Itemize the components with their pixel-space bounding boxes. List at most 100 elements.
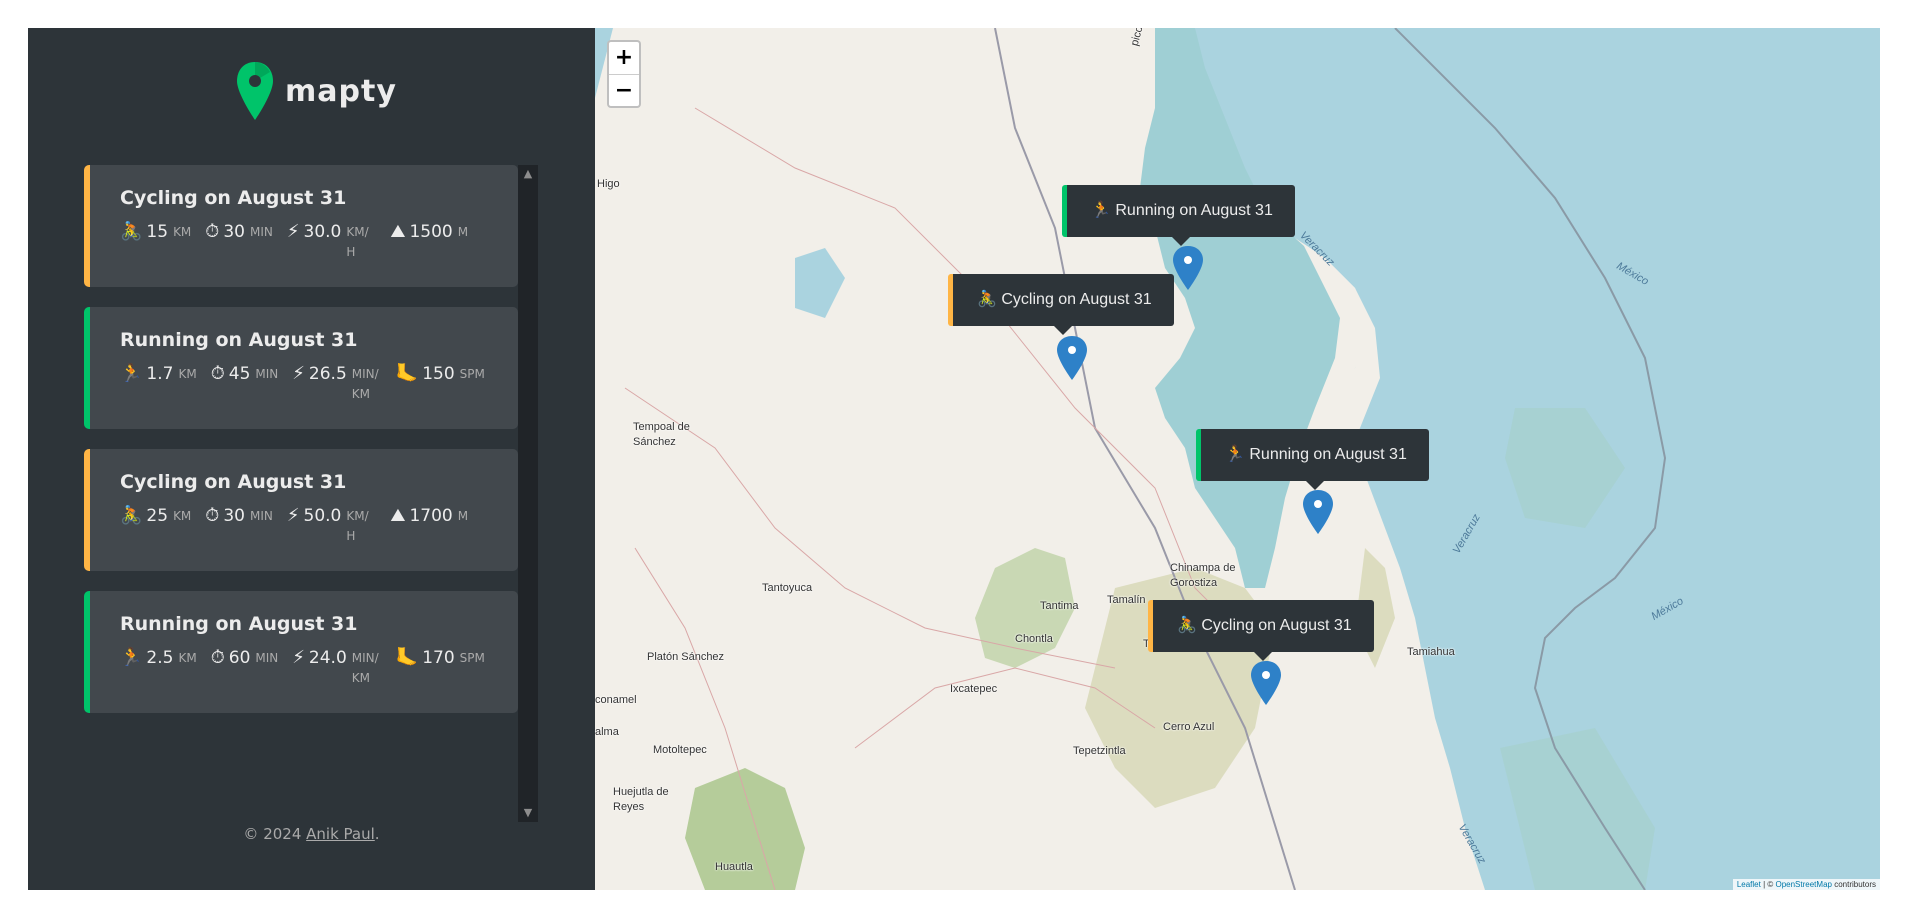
speed-value: 30.0 <box>303 222 342 242</box>
workout-details: 🏃 2.5 km ⏱ 60 min ⚡ 24.0 min/km 🦶 170 spm <box>120 648 518 688</box>
distance-unit: km <box>173 509 192 523</box>
elevation-unit: m <box>457 509 469 523</box>
place-label: Tantima <box>1040 600 1079 612</box>
brand-name: mapty <box>285 73 397 109</box>
distance-detail: 🏃 1.7 km <box>120 364 197 404</box>
app: mapty Cycling on August 31 🚴 15 km ⏱ 30 min … <box>28 28 1880 890</box>
elevation-value: 1500 <box>409 222 453 242</box>
speed-unit: km/h <box>346 225 369 259</box>
stopwatch-icon: ⏱ <box>210 363 225 384</box>
copyright: © 2024 Anik Paul. <box>28 825 595 843</box>
popup-text: Running on August 31 <box>1249 446 1407 463</box>
distance-value: 25 <box>146 506 169 526</box>
osm-link[interactable]: OpenStreetMap <box>1775 880 1831 889</box>
place-label: Huejutla de Reyes <box>613 786 669 813</box>
place-label: Cerro Azul <box>1163 721 1215 733</box>
workout-item[interactable]: Cycling on August 31 🚴 15 km ⏱ 30 min ⚡ 30.0 k… <box>84 165 518 287</box>
place-label: Higo <box>597 178 620 190</box>
duration-unit: min <box>255 367 279 381</box>
place-label: Tamiahua <box>1407 646 1455 658</box>
workout-popup[interactable]: 🏃 Running on August 31 <box>1196 429 1429 490</box>
duration-detail: ⏱ 45 min <box>211 364 279 404</box>
place-label: Platón Sánchez <box>647 651 725 663</box>
place-label: Huautla <box>715 861 753 873</box>
popup-text: Cycling on August 31 <box>1001 291 1152 308</box>
distance-value: 15 <box>146 222 169 242</box>
workout-details: 🚴 15 km ⏱ 30 min ⚡ 30.0 km/h ⛰ 1500 m <box>120 222 518 262</box>
pace-detail: ⚡ 26.5 min/km <box>292 364 382 404</box>
distance-detail: 🚴 25 km <box>120 506 191 546</box>
zoom-in-button[interactable]: + <box>609 42 639 74</box>
workout-title: Running on August 31 <box>120 329 358 351</box>
distance-unit: km <box>173 225 192 239</box>
workout-popup[interactable]: 🚴 Cycling on August 31 <box>1148 600 1374 661</box>
workout-item[interactable]: Running on August 31 🏃 2.5 km ⏱ 60 min ⚡ 24.0… <box>84 591 518 713</box>
pace-unit: min/km <box>351 651 379 685</box>
workout-details: 🚴 25 km ⏱ 30 min ⚡ 50.0 km/h ⛰ 1700 m <box>120 506 518 546</box>
workout-list-scrollbar[interactable]: ▲ ▼ <box>518 165 538 822</box>
place-label: Chinampa de Gorostiza <box>1170 562 1236 589</box>
sidebar: mapty Cycling on August 31 🚴 15 km ⏱ 30 min … <box>28 28 595 890</box>
duration-value: 45 <box>228 364 251 384</box>
workout-details: 🏃 1.7 km ⏱ 45 min ⚡ 26.5 min/km 🦶 150 spm <box>120 364 518 404</box>
map-marker-icon[interactable] <box>1173 246 1203 290</box>
pace-value: 24.0 <box>308 648 347 668</box>
speed-unit: km/h <box>346 509 369 543</box>
map[interactable]: + − Higo Tempoal de Sánchez Tantoyuca Pl… <box>595 28 1880 890</box>
workout-item[interactable]: Cycling on August 31 🚴 25 km ⏱ 30 min ⚡ 50.0 k… <box>84 449 518 571</box>
foot-icon: 🦶 <box>395 647 419 668</box>
distance-unit: km <box>178 651 197 665</box>
author-link[interactable]: Anik Paul <box>306 825 375 843</box>
leaflet-link[interactable]: Leaflet <box>1737 880 1761 889</box>
map-marker-icon[interactable] <box>1057 336 1087 380</box>
cadence-detail: 🦶 170 spm <box>396 648 485 688</box>
scroll-down-icon[interactable]: ▼ <box>518 804 538 822</box>
attribution-separator: | © <box>1760 880 1776 889</box>
elevation-unit: m <box>457 225 469 239</box>
lightning-icon: ⚡ <box>286 505 300 526</box>
cadence-unit: spm <box>459 651 485 665</box>
place-label: alma <box>595 726 619 738</box>
duration-unit: min <box>255 651 279 665</box>
mountain-icon: ⛰ <box>390 221 406 242</box>
logo: mapty <box>237 62 397 120</box>
workout-popup[interactable]: 🏃 Running on August 31 <box>1062 185 1295 246</box>
place-label: Chontla <box>1015 633 1053 645</box>
bike-icon: 🚴 <box>120 505 143 526</box>
workout-list: Cycling on August 31 🚴 15 km ⏱ 30 min ⚡ 30.0 k… <box>84 165 518 822</box>
duration-detail: ⏱ 30 min <box>205 506 273 546</box>
cadence-detail: 🦶 150 spm <box>396 364 485 404</box>
workout-popup[interactable]: 🚴 Cycling on August 31 <box>948 274 1174 335</box>
place-label: Tempoal de Sánchez <box>633 421 690 448</box>
zoom-out-button[interactable]: − <box>609 74 639 106</box>
workout-title: Cycling on August 31 <box>120 187 347 209</box>
map-attribution: Leaflet | © OpenStreetMap contributors <box>1732 879 1880 890</box>
distance-value: 1.7 <box>146 364 174 384</box>
runner-icon: 🏃 <box>120 647 143 668</box>
mountain-icon: ⛰ <box>390 505 406 526</box>
pace-detail: ⚡ 24.0 min/km <box>292 648 382 688</box>
scroll-up-icon[interactable]: ▲ <box>518 165 538 183</box>
pace-unit: min/km <box>351 367 379 401</box>
duration-value: 60 <box>228 648 251 668</box>
speed-value: 50.0 <box>303 506 342 526</box>
lightning-icon: ⚡ <box>286 221 300 242</box>
popup-text: Running on August 31 <box>1115 202 1273 219</box>
speed-detail: ⚡ 50.0 km/h <box>287 506 377 546</box>
bike-icon: 🚴 <box>1177 617 1197 634</box>
duration-detail: ⏱ 60 min <box>211 648 279 688</box>
place-label: Tepetzintla <box>1073 745 1126 757</box>
duration-value: 30 <box>223 506 245 526</box>
map-marker-icon[interactable] <box>1251 661 1281 705</box>
elevation-value: 1700 <box>409 506 453 526</box>
place-label: Motoltepec <box>653 744 707 756</box>
runner-icon: 🏃 <box>120 363 143 384</box>
duration-unit: min <box>249 225 273 239</box>
stopwatch-icon: ⏱ <box>210 647 225 668</box>
copyright-prefix: © 2024 <box>243 825 307 843</box>
foot-icon: 🦶 <box>395 363 419 384</box>
lightning-icon: ⚡ <box>292 647 305 668</box>
place-label: Ixcatepec <box>950 683 998 695</box>
workout-item[interactable]: Running on August 31 🏃 1.7 km ⏱ 45 min ⚡ 26.5… <box>84 307 518 429</box>
map-marker-icon[interactable] <box>1303 490 1333 534</box>
